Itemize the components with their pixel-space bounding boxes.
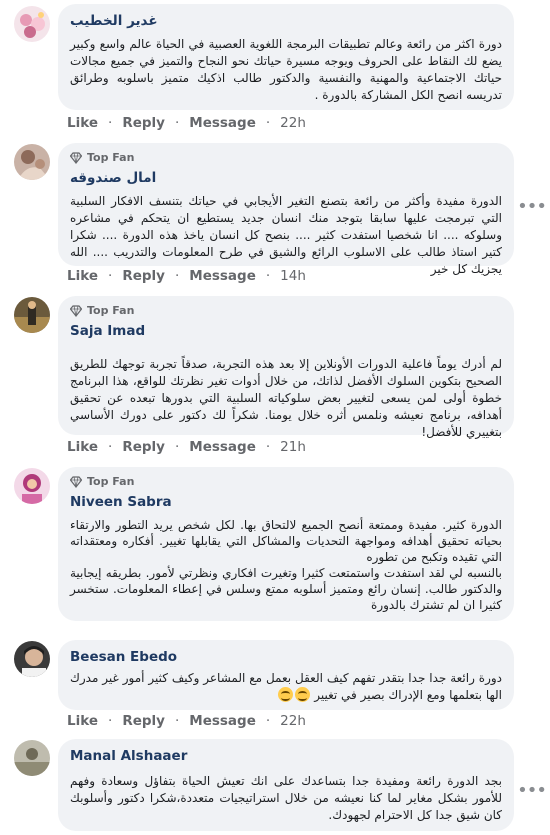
comment-author[interactable]: Niveen Sabra	[70, 493, 502, 511]
comment-author[interactable]: امال صندوقه	[70, 169, 502, 187]
comment-actions: Like · Reply · Message · 14h	[67, 268, 306, 284]
comment-text: بجد الدورة رائعة ومفيدة جدا بتساعدك على …	[70, 774, 502, 822]
comment-bubble: Top Fan امال صندوقه الدورة مفيدة وأكثر م…	[58, 143, 514, 276]
separator: ·	[265, 713, 271, 729]
top-fan-badge: Top Fan	[70, 475, 502, 488]
separator: ·	[174, 268, 180, 284]
message-button[interactable]: Message	[189, 439, 256, 455]
comment-bubble: Top Fan Niveen Sabra الدورة كثير. مفيدة …	[58, 467, 514, 621]
top-fan-badge: Top Fan	[70, 304, 502, 317]
top-fan-label: Top Fan	[87, 304, 135, 317]
separator: ·	[174, 713, 180, 729]
comment-author[interactable]: غدير الخطيب	[70, 12, 502, 30]
comment-bubble: Manal Alshaaer بجد الدورة رائعة ومفيدة ج…	[58, 739, 514, 831]
comment-text: دورة اكثر من رائعة وعالم تطبيقات البرمجة…	[70, 37, 502, 102]
separator: ·	[174, 439, 180, 455]
timestamp[interactable]: 22h	[280, 115, 306, 131]
more-options-icon[interactable]: •••	[517, 780, 547, 801]
top-fan-label: Top Fan	[87, 475, 135, 488]
message-button[interactable]: Message	[189, 713, 256, 729]
like-button[interactable]: Like	[67, 268, 98, 284]
comment-text-paragraph: بالنسبه لي لقد استفدت واستمتعت كثيرا وتغ…	[70, 566, 502, 612]
comment-text: الدورة مفيدة وأكثر من رائعة بتصنع التغير…	[70, 194, 502, 276]
like-button[interactable]: Like	[67, 439, 98, 455]
comment-text: دورة رائعة جدا جدا بتقدر تفهم كيف العقل …	[70, 670, 502, 704]
separator: ·	[174, 115, 180, 131]
comment-text: لم أدرك يوماً فاعلية الدورات الأونلاين إ…	[70, 357, 502, 439]
avatar[interactable]	[14, 297, 50, 333]
avatar[interactable]	[14, 144, 50, 180]
avatar[interactable]	[14, 740, 50, 776]
comment-text-paragraph: الدورة كثير. مفيدة وممتعة أنصح الجميع لا…	[70, 518, 502, 564]
reply-button[interactable]: Reply	[122, 439, 165, 455]
separator: ·	[108, 713, 113, 729]
like-button[interactable]: Like	[67, 713, 98, 729]
separator: ·	[108, 115, 113, 131]
separator: ·	[108, 268, 113, 284]
message-button[interactable]: Message	[189, 268, 256, 284]
comment-actions: Like · Reply · Message · 22h	[67, 115, 306, 131]
comment-thread: غدير الخطيب دورة اكثر من رائعة وعالم تطب…	[0, 0, 550, 835]
comment-bubble: Beesan Ebedo دورة رائعة جدا جدا بتقدر تف…	[58, 640, 514, 710]
reply-button[interactable]: Reply	[122, 268, 165, 284]
comment-author[interactable]: Saja Imad	[70, 322, 502, 340]
grin-emoji-icon	[295, 687, 311, 702]
comment-author[interactable]: Beesan Ebedo	[70, 648, 502, 666]
separator: ·	[108, 439, 113, 455]
reply-button[interactable]: Reply	[122, 713, 165, 729]
avatar[interactable]	[14, 468, 50, 504]
like-button[interactable]: Like	[67, 115, 98, 131]
diamond-icon	[70, 475, 82, 488]
timestamp[interactable]: 14h	[280, 268, 306, 284]
top-fan-label: Top Fan	[87, 151, 135, 164]
grin-emoji-icon	[278, 687, 294, 702]
top-fan-badge: Top Fan	[70, 151, 502, 164]
separator: ·	[265, 115, 271, 131]
timestamp[interactable]: 22h	[280, 713, 306, 729]
timestamp[interactable]: 21h	[280, 439, 306, 455]
message-button[interactable]: Message	[189, 115, 256, 131]
separator: ·	[265, 268, 271, 284]
separator: ·	[265, 439, 271, 455]
comment-bubble: Top Fan Saja Imad لم أدرك يوماً فاعلية ا…	[58, 296, 514, 439]
comment-author[interactable]: Manal Alshaaer	[70, 747, 502, 765]
reply-button[interactable]: Reply	[122, 115, 165, 131]
comment-actions: Like · Reply · Message · 21h	[67, 439, 306, 455]
diamond-icon	[70, 151, 82, 164]
diamond-icon	[70, 304, 82, 317]
comment-bubble: غدير الخطيب دورة اكثر من رائعة وعالم تطب…	[58, 4, 514, 110]
avatar[interactable]	[14, 6, 50, 42]
avatar[interactable]	[14, 641, 50, 677]
comment-actions: Like · Reply · Message · 22h	[67, 713, 306, 729]
more-options-icon[interactable]: •••	[517, 196, 547, 217]
